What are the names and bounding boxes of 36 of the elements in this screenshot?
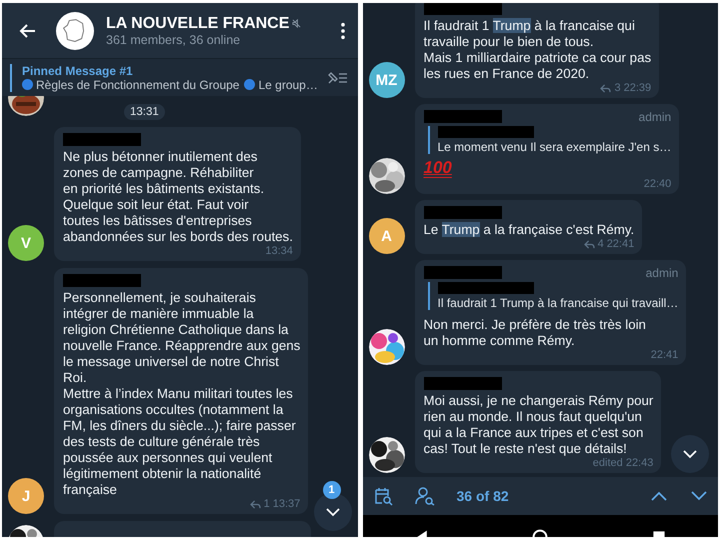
message-text: Non merci. Je préfère de très très loin un homme comme Rémy. [424, 317, 647, 349]
pinned-message-bar[interactable]: Pinned Message #1 Règles de Fonctionnement du Groupe Le group… [2, 58, 358, 96]
avatar[interactable]: J [8, 478, 44, 514]
quote-text: Il faudrait 1 Trump à la francaise qui travaill… [438, 296, 678, 310]
search-result-counter: 36 of 82 [456, 488, 510, 504]
chat-title: LA NOUVELLE FRANCE [106, 14, 290, 32]
reply-quote[interactable]: Il faudrait 1 Trump à la francaise qui travaill… [428, 282, 678, 310]
reply-quote[interactable]: Le moment venu Il sera exemplaire J'en s… [428, 126, 672, 154]
quote-text: Le moment venu Il sera exemplaire J'en s… [438, 140, 672, 154]
message-time: edited 22:43 [592, 457, 654, 469]
date-chip: 13:31 [124, 104, 165, 120]
reply-count: 3 [614, 82, 621, 94]
message-text: Ne plus bétonner inutilement des zones de campagne. Réhabiliter en priorité les bâtiments existants. Quelque soit leur état. Faut voir toutes les bâtisses d'entreprises abandonnées sur les bords des routes. [63, 149, 293, 245]
avatar[interactable]: MZ [368, 62, 404, 98]
pinned-label: Pinned Message #1 [22, 64, 134, 78]
member-count: 361 members, 36 online [106, 32, 242, 46]
avatar[interactable]: V [8, 225, 44, 261]
pinned-text: Règles de Fonctionnement du Groupe [36, 78, 240, 92]
hundred-points-emoji: 100 [424, 158, 452, 178]
avatar[interactable]: A [368, 218, 404, 254]
message-time: 22:39 [624, 82, 652, 94]
message-text: Le Trump a la française c'est Rémy. [424, 222, 634, 238]
admin-label: admin [646, 266, 678, 280]
message-text: Moi aussi, je ne changerais Rémy pour rien au monde. Il nous faut quelqu'un qui a la France aux tripes et c'est son cas! Tout le reste n'est que détails! [424, 393, 654, 457]
reply-count: 4 [598, 238, 604, 250]
message-time: 13:37 [272, 498, 300, 510]
message-time: 22:41 [650, 349, 678, 361]
reply-count: 1 [264, 498, 270, 510]
message-time: 22:40 [644, 178, 672, 190]
message-time: 13:34 [265, 245, 293, 257]
unread-badge: 1 [322, 481, 340, 499]
pinned-text: Le group… [258, 78, 318, 92]
message-time: 22:41 [606, 238, 634, 250]
message-text: Personnellement, je souhaiterais intégrer de manière immuable la religion Chrétienne Catholique dans la nouvelle France. Réapprendre aux gens le message universel de notre Christ Roi. Mettre à l’index Manu militari toutes les organisations occultes (notamment la FM, les dîners du siècle...); faire passer des tests de culture générale très poussée aux personnes qui veulent légitimement obtenir la nationalité française [63, 290, 300, 498]
message-text: Il faudrait 1 Trump à la francaise qui travaille pour le bien de tous. Mais 1 milliardaire patriote ca cour pas les rues en France de 2020. [424, 18, 652, 82]
admin-label: admin [638, 110, 672, 124]
